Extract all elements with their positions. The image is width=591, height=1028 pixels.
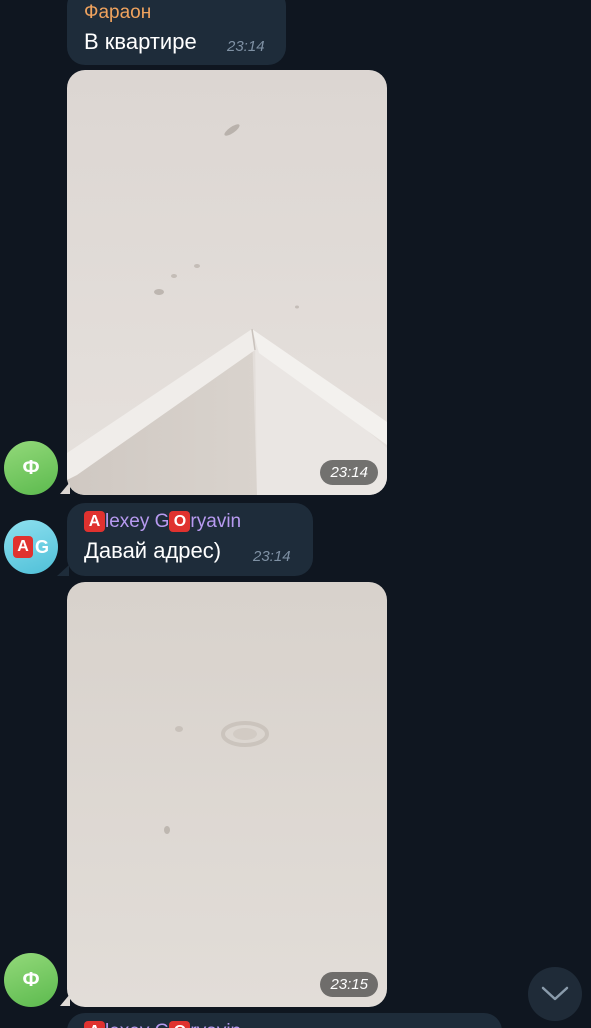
wall-photo xyxy=(67,582,387,1007)
avatar-letter-g: G xyxy=(34,536,49,557)
bubble-tail xyxy=(57,565,69,576)
avatar-alexey[interactable]: AG xyxy=(4,520,58,574)
photo-message[interactable]: 23:14 xyxy=(67,70,387,495)
message-bubble-partial[interactable]: Alexey GOryavin xyxy=(67,1013,502,1028)
ceiling-corner-photo xyxy=(67,70,387,495)
sender-name[interactable]: Alexey GOryavin xyxy=(84,511,241,533)
sender-name-part: ryavin xyxy=(190,511,242,532)
bubble-tail xyxy=(60,482,70,494)
photo-time: 23:14 xyxy=(320,460,378,485)
message-text: Давай адрес) xyxy=(84,538,222,563)
chat-history[interactable]: Фараон В квартире 23:14 23:14 Ф A lexey … xyxy=(0,0,591,1028)
avatar-letter-a: A xyxy=(12,536,33,558)
message-time: 23:14 xyxy=(253,548,291,565)
bubble-tail xyxy=(60,994,70,1006)
letter-a-emoji: A xyxy=(84,511,105,533)
message-text: В квартире xyxy=(84,29,197,54)
photo-time: 23:15 xyxy=(320,972,378,997)
letter-a-emoji: A xyxy=(84,1021,105,1028)
sender-name[interactable]: Фараон xyxy=(84,2,151,24)
avatar-faraon[interactable]: Ф xyxy=(4,953,58,1007)
letter-o-emoji: O xyxy=(169,1021,191,1028)
sender-name-part: ryavin xyxy=(190,1021,241,1028)
message-bubble[interactable]: Фараон В квартире 23:14 xyxy=(67,0,286,65)
avatar-faraon[interactable]: Ф xyxy=(4,441,58,495)
sender-name-part: lexey G xyxy=(105,1021,169,1028)
chevron-down-icon xyxy=(541,986,569,1001)
scroll-down-button[interactable] xyxy=(528,967,582,1021)
letter-o-emoji: O xyxy=(169,511,191,533)
avatar-initial: Ф xyxy=(22,456,40,479)
sender-name[interactable]: Alexey GOryavin xyxy=(84,1021,241,1028)
photo-message[interactable]: 23:15 xyxy=(67,582,387,1007)
avatar-initial: Ф xyxy=(22,968,40,991)
message-bubble[interactable]: Alexey G Oryavin Давай адрес) 23:14 xyxy=(67,503,313,576)
sender-name-part: lexey G xyxy=(105,511,170,532)
message-time: 23:14 xyxy=(227,38,265,55)
